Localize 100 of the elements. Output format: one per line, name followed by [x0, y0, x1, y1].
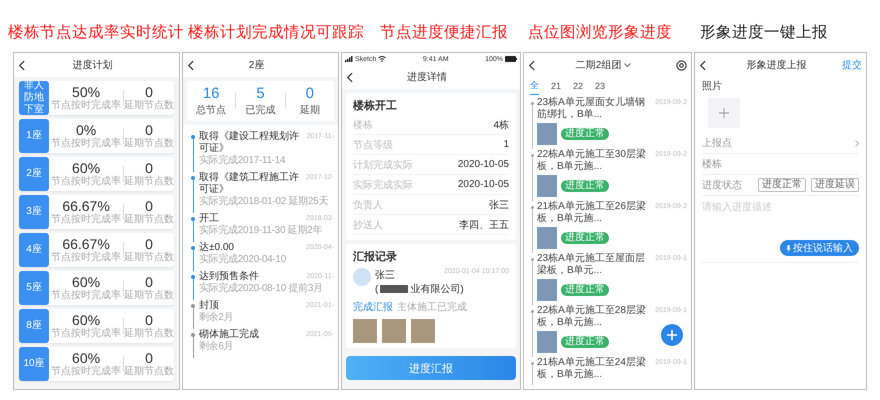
- wifi-icon: [378, 56, 386, 62]
- rate-value: 60%: [72, 274, 100, 290]
- field-value: 1: [503, 139, 509, 150]
- building-label: 5座: [19, 271, 50, 305]
- feature-heading: 楼栋计划完成情况可跟踪: [188, 23, 364, 43]
- field-label: 节点等级: [353, 138, 393, 152]
- submit-link[interactable]: 提交: [842, 58, 862, 72]
- tab[interactable]: 21: [551, 77, 562, 95]
- node-note: 实际完成2020-04-10: [199, 254, 287, 266]
- delayed-value: 0: [145, 350, 153, 366]
- node-title: 取得《建筑工程施工许可证》: [199, 172, 300, 196]
- microphone-icon[interactable]: [786, 244, 791, 252]
- back-icon[interactable]: [187, 60, 194, 70]
- node-title: 砌体施工完成: [199, 329, 260, 341]
- delayed-label: 延期节点数: [124, 214, 174, 226]
- delayed-value: 0: [145, 84, 153, 100]
- rate-label: 节点按时完成率: [51, 290, 122, 302]
- building-card[interactable]: 10座 60% 节点按时完成率 0 延期节点数: [19, 347, 174, 381]
- node-title: 达到预售条件: [199, 271, 260, 282]
- stat-value: 5: [256, 85, 265, 103]
- building-label: 4座: [19, 233, 50, 267]
- tab[interactable]: 22: [573, 77, 584, 95]
- field-label: 楼栋: [353, 118, 373, 132]
- update-title[interactable]: 23栋A单元施工至屋面层梁板，B单元...: [537, 253, 652, 277]
- voice-input-button[interactable]: 按住说话输入: [780, 240, 859, 256]
- reporter-name: 张三: [375, 268, 395, 282]
- feature-heading: 节点进度便捷汇报: [380, 23, 508, 43]
- rate-value: 66.67%: [62, 236, 110, 252]
- stat-label: 延期: [300, 104, 320, 117]
- node-note: 实际完成2018-01-02 延期25天: [199, 196, 330, 208]
- redaction-block: [380, 285, 408, 293]
- settings-icon[interactable]: [676, 60, 687, 70]
- rate-label: 节点按时完成率: [51, 138, 122, 150]
- chevron-right-icon[interactable]: [855, 140, 859, 146]
- node-title: 取得《建设工程规划许可证》: [199, 131, 300, 154]
- delayed-value: 0: [145, 236, 153, 252]
- building-label: 非人防地下室: [19, 81, 50, 115]
- field-value: 张三: [489, 198, 509, 212]
- building-card[interactable]: 3座 66.67% 节点按时完成率 0 延期节点数: [19, 195, 174, 229]
- delayed-label: 延期节点数: [124, 138, 174, 150]
- update-title[interactable]: 22栋A单元施工至28层梁板，B单元施...: [537, 305, 652, 329]
- building-card[interactable]: 1座 0% 节点按时完成率 0 延期节点数: [19, 119, 174, 153]
- field-label: 实际完成实际: [353, 178, 413, 192]
- report-link[interactable]: 完成汇报: [353, 300, 393, 314]
- card-title: 汇报记录: [353, 250, 398, 264]
- delayed-value: 0: [145, 122, 153, 138]
- rate-value: 60%: [72, 350, 100, 366]
- stat-value: 16: [202, 85, 220, 103]
- back-icon[interactable]: [699, 60, 706, 70]
- status-option[interactable]: 进度延误: [811, 178, 859, 192]
- status-tag: 进度正常: [561, 232, 609, 244]
- status-option[interactable]: 进度正常: [758, 178, 806, 192]
- screen-title: 进度计划: [72, 58, 112, 72]
- update-title[interactable]: 21栋A单元施工至24层梁板，B单元施...: [537, 357, 652, 381]
- delayed-label: 延期节点数: [124, 252, 174, 264]
- card-title: 楼栋开工: [353, 98, 398, 113]
- rate-label: 节点按时完成率: [51, 366, 122, 378]
- rate-value: 60%: [72, 312, 100, 328]
- feature-heading: 点位图浏览形象进度: [528, 23, 672, 43]
- node-note: 剩余6月: [199, 341, 234, 353]
- node-note: 剩余2月: [199, 312, 234, 324]
- update-title[interactable]: 22栋A单元施工至30层梁板，B单元施...: [537, 149, 652, 173]
- screen-title[interactable]: 二期2组团: [576, 58, 622, 72]
- node-note: 实际完成2019-11-30 延期2年: [199, 225, 324, 237]
- caret-icon[interactable]: [624, 63, 632, 67]
- update-title[interactable]: 23栋A单元屋面女儿墙钢筋绑扎，B单...: [537, 97, 652, 121]
- back-icon[interactable]: [18, 60, 25, 70]
- building-card[interactable]: 8座 60% 节点按时完成率 0 延期节点数: [19, 309, 174, 343]
- building-card[interactable]: 5座 60% 节点按时完成率 0 延期节点数: [19, 271, 174, 305]
- rate-value: 50%: [72, 84, 100, 100]
- form-label: 楼栋: [702, 158, 722, 171]
- rate-label: 节点按时完成率: [51, 252, 122, 264]
- screen-title: 进度详情: [407, 70, 447, 84]
- building-label: 10座: [19, 347, 50, 381]
- status-tag: 进度正常: [561, 180, 609, 192]
- photo-label: 照片: [702, 80, 723, 93]
- field-label: 计划完成实际: [353, 158, 413, 172]
- node-title: 达±0.00: [199, 242, 235, 254]
- back-icon[interactable]: [346, 72, 353, 82]
- field-value: 4栋: [493, 118, 509, 132]
- back-icon[interactable]: [528, 60, 535, 70]
- company-text: 业有限公司): [410, 282, 464, 296]
- field-label: 抄送人: [353, 218, 383, 232]
- status-tag: 进度正常: [561, 128, 609, 140]
- tab[interactable]: 23: [595, 77, 606, 95]
- signal-icon: [345, 56, 353, 62]
- plus-icon[interactable]: [718, 107, 730, 119]
- rate-label: 节点按时完成率: [51, 328, 122, 340]
- node-title: 开工: [199, 213, 220, 224]
- delayed-value: 0: [145, 198, 153, 214]
- field-value: 李四、王五: [459, 218, 509, 232]
- rate-label: 节点按时完成率: [51, 176, 122, 188]
- status-tag: 进度正常: [561, 284, 609, 296]
- building-label: 3座: [19, 195, 50, 229]
- stat-label: 总节点: [196, 104, 226, 117]
- rate-value: 66.67%: [62, 198, 110, 214]
- update-title[interactable]: 21栋A单元施工至26层梁板，B单元施...: [537, 201, 652, 225]
- building-card[interactable]: 2座 60% 节点按时完成率 0 延期节点数: [19, 157, 174, 191]
- delayed-label: 延期节点数: [124, 290, 174, 302]
- building-card[interactable]: 4座 66.67% 节点按时完成率 0 延期节点数: [19, 233, 174, 267]
